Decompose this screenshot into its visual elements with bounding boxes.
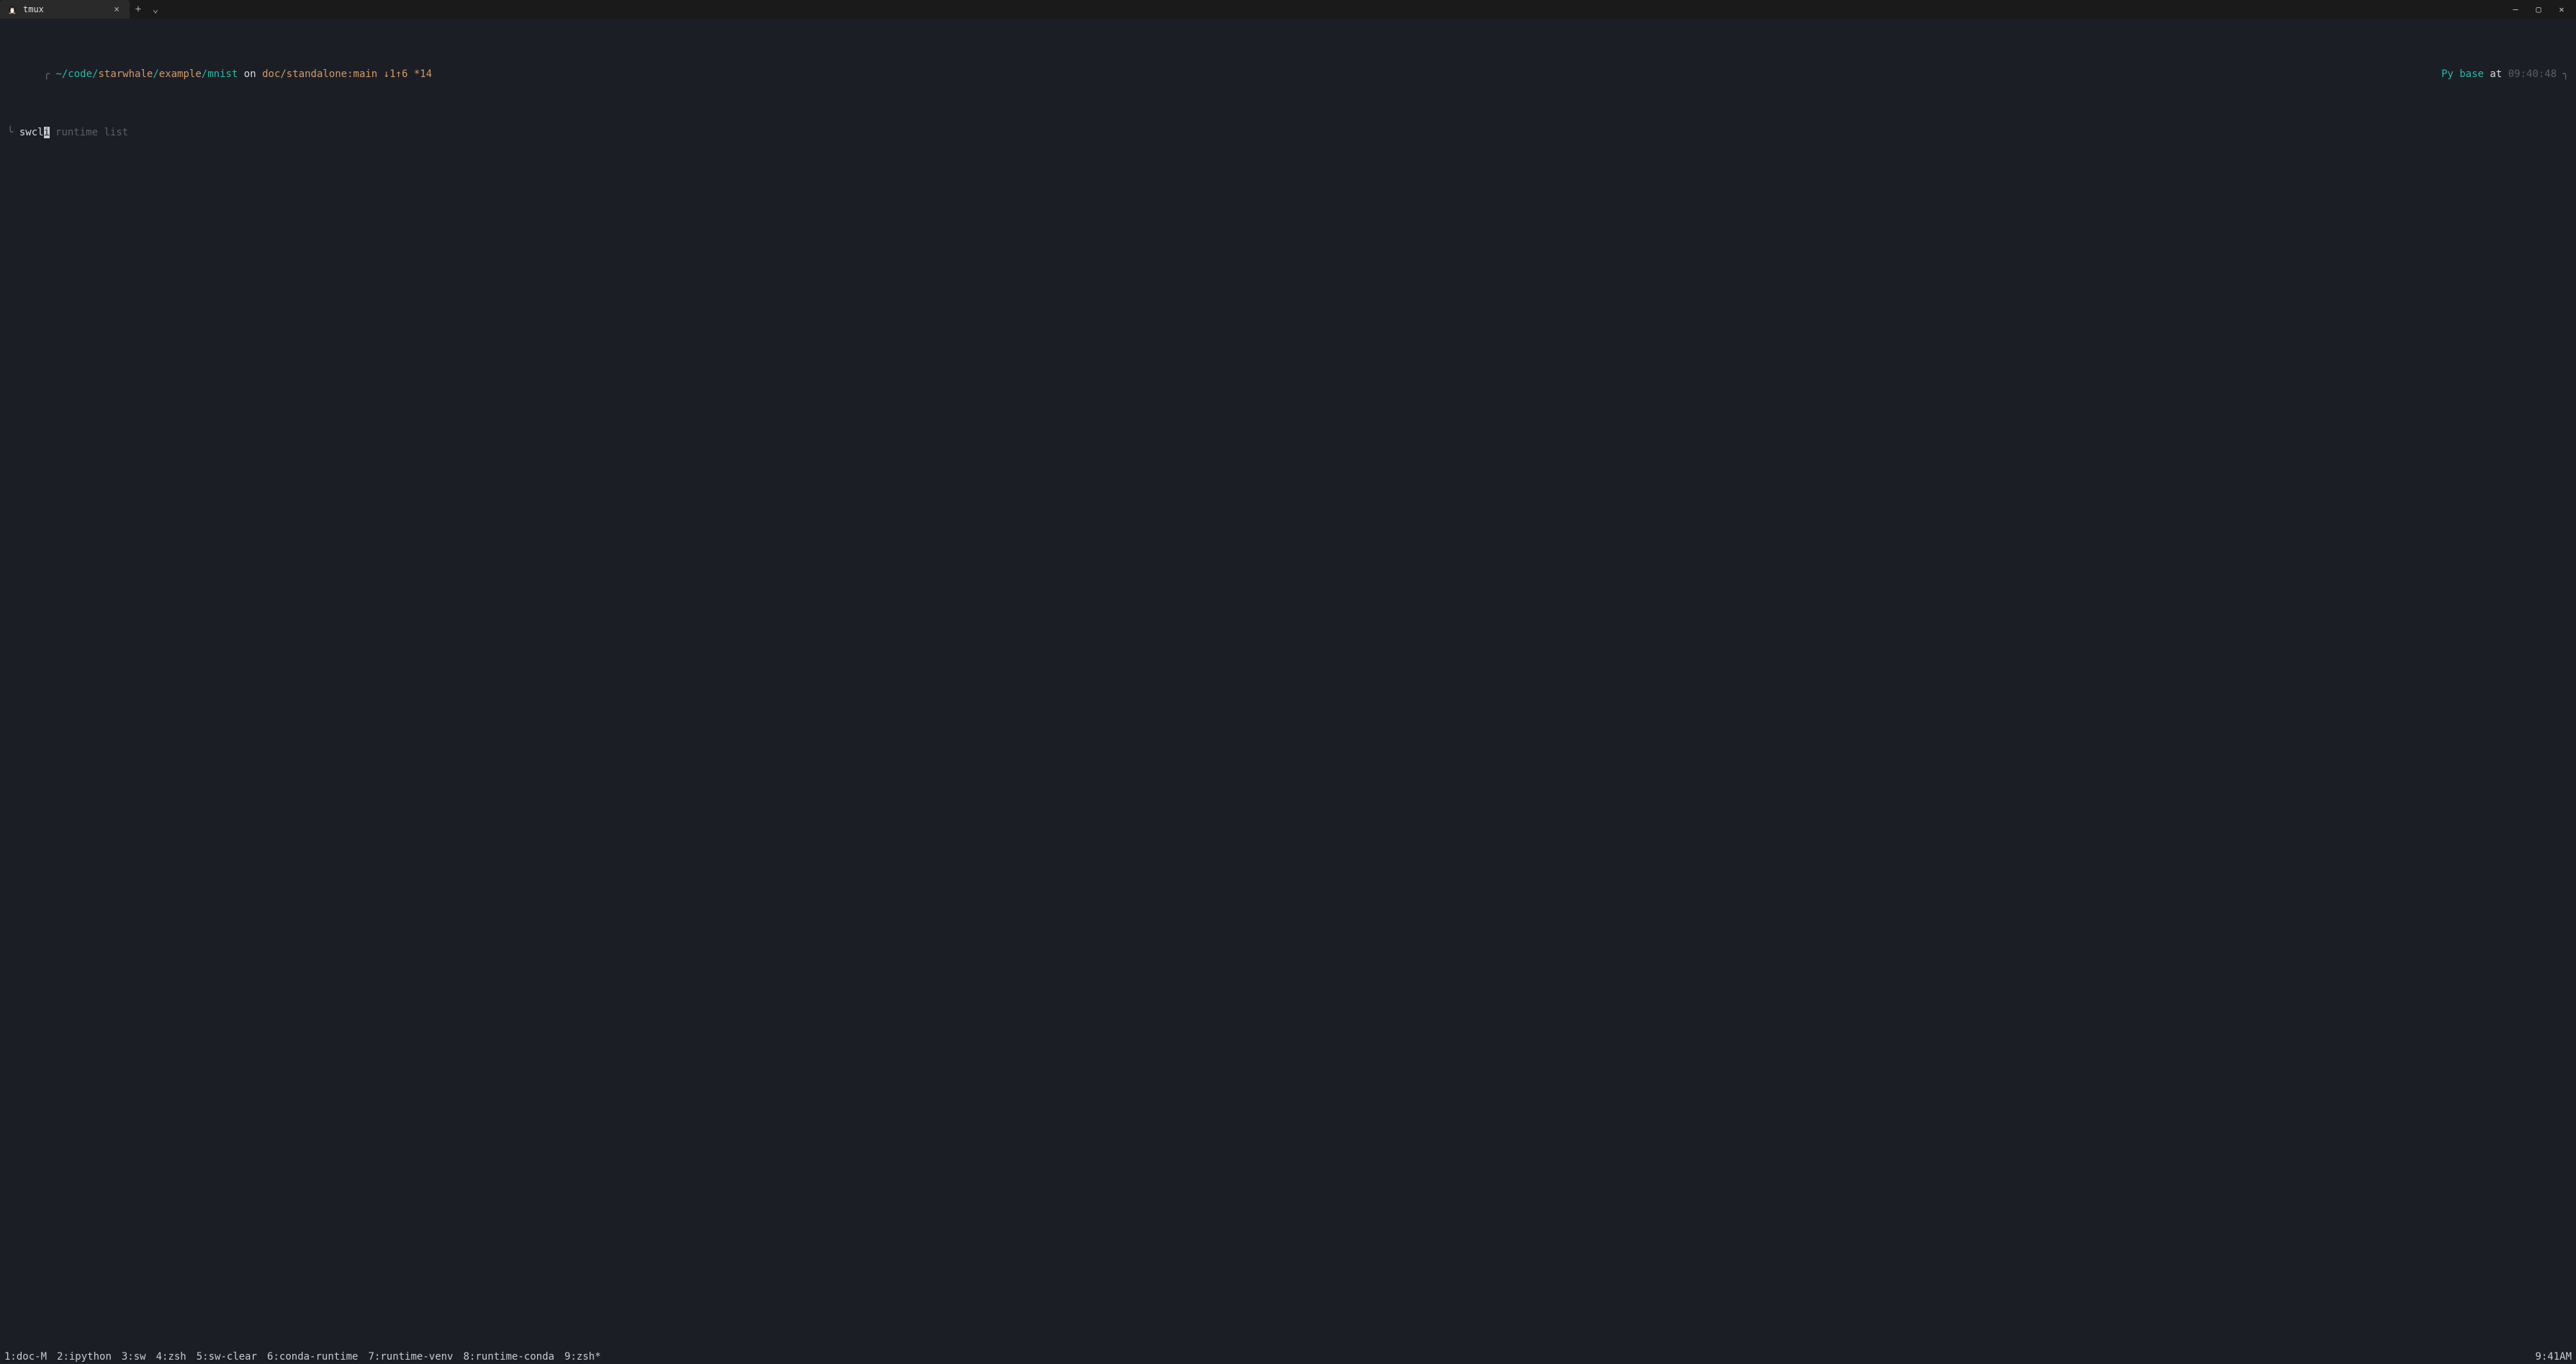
corner-bl: ╰: [7, 125, 13, 140]
text-cursor: i: [44, 127, 50, 138]
path-sep2: /: [202, 68, 207, 80]
py-env: base: [2454, 68, 2490, 80]
path-sub1: example: [159, 68, 202, 80]
path-sep1: /: [153, 68, 158, 80]
prompt-at: at: [2490, 68, 2502, 80]
tmux-clock: 9:41AM: [2535, 1351, 2572, 1363]
tmux-window-6[interactable]: 6:conda-runtime: [267, 1351, 358, 1363]
corner-tl: ╭: [44, 68, 50, 80]
close-window-button[interactable]: ✕: [2552, 2, 2572, 17]
prompt-on: on: [238, 68, 262, 80]
tmux-window-7[interactable]: 7:runtime-venv: [368, 1351, 453, 1363]
tmux-window-3[interactable]: 3:sw: [122, 1351, 146, 1363]
tmux-window-list: 1:doc-M 2:ipython 3:sw 4:zsh 5:sw-clear …: [4, 1351, 2535, 1363]
window-controls: — ▢ ✕: [2505, 2, 2576, 17]
new-tab-button[interactable]: +: [130, 1, 147, 18]
path-repo: starwhale: [98, 68, 153, 80]
tmux-window-1[interactable]: 1:doc-M: [4, 1351, 47, 1363]
titlebar: tmux × + ⌄ — ▢ ✕: [0, 0, 2576, 19]
path-sub2: mnist: [207, 68, 238, 80]
tab-dropdown-button[interactable]: ⌄: [147, 1, 164, 18]
corner-tr: ╮: [2563, 68, 2569, 80]
prompt-line-2: ╰ swcli runtime list: [7, 125, 2569, 140]
tab-title: tmux: [23, 4, 105, 14]
tmux-window-4[interactable]: 4:zsh: [156, 1351, 186, 1363]
py-label: Py: [2441, 68, 2454, 80]
close-icon[interactable]: ×: [111, 4, 122, 15]
tmux-window-5[interactable]: 5:sw-clear: [197, 1351, 257, 1363]
tab-tmux[interactable]: tmux ×: [0, 0, 130, 19]
minimize-button[interactable]: —: [2505, 2, 2526, 17]
tmux-window-2[interactable]: 2:ipython: [57, 1351, 112, 1363]
autosuggestion: runtime list: [50, 125, 129, 140]
git-branch: doc/standalone:main: [262, 68, 377, 80]
path-prefix: ~/code/: [55, 68, 98, 80]
prompt-line-1: ╭ ~/code/starwhale/example/mnist on doc/…: [7, 53, 2569, 97]
tmux-window-9[interactable]: 9:zsh*: [564, 1351, 601, 1363]
terminal-viewport[interactable]: ╭ ~/code/starwhale/example/mnist on doc/…: [0, 19, 2576, 1350]
typed-command: swcl: [19, 125, 44, 140]
tmux-window-8[interactable]: 8:runtime-conda: [464, 1351, 554, 1363]
git-stat: ↓1↑6 *14: [377, 68, 432, 80]
penguin-icon: [7, 4, 17, 14]
prompt-time: 09:40:48: [2502, 68, 2557, 80]
maximize-button[interactable]: ▢: [2528, 2, 2549, 17]
tmux-statusbar: 1:doc-M 2:ipython 3:sw 4:zsh 5:sw-clear …: [0, 1350, 2576, 1364]
